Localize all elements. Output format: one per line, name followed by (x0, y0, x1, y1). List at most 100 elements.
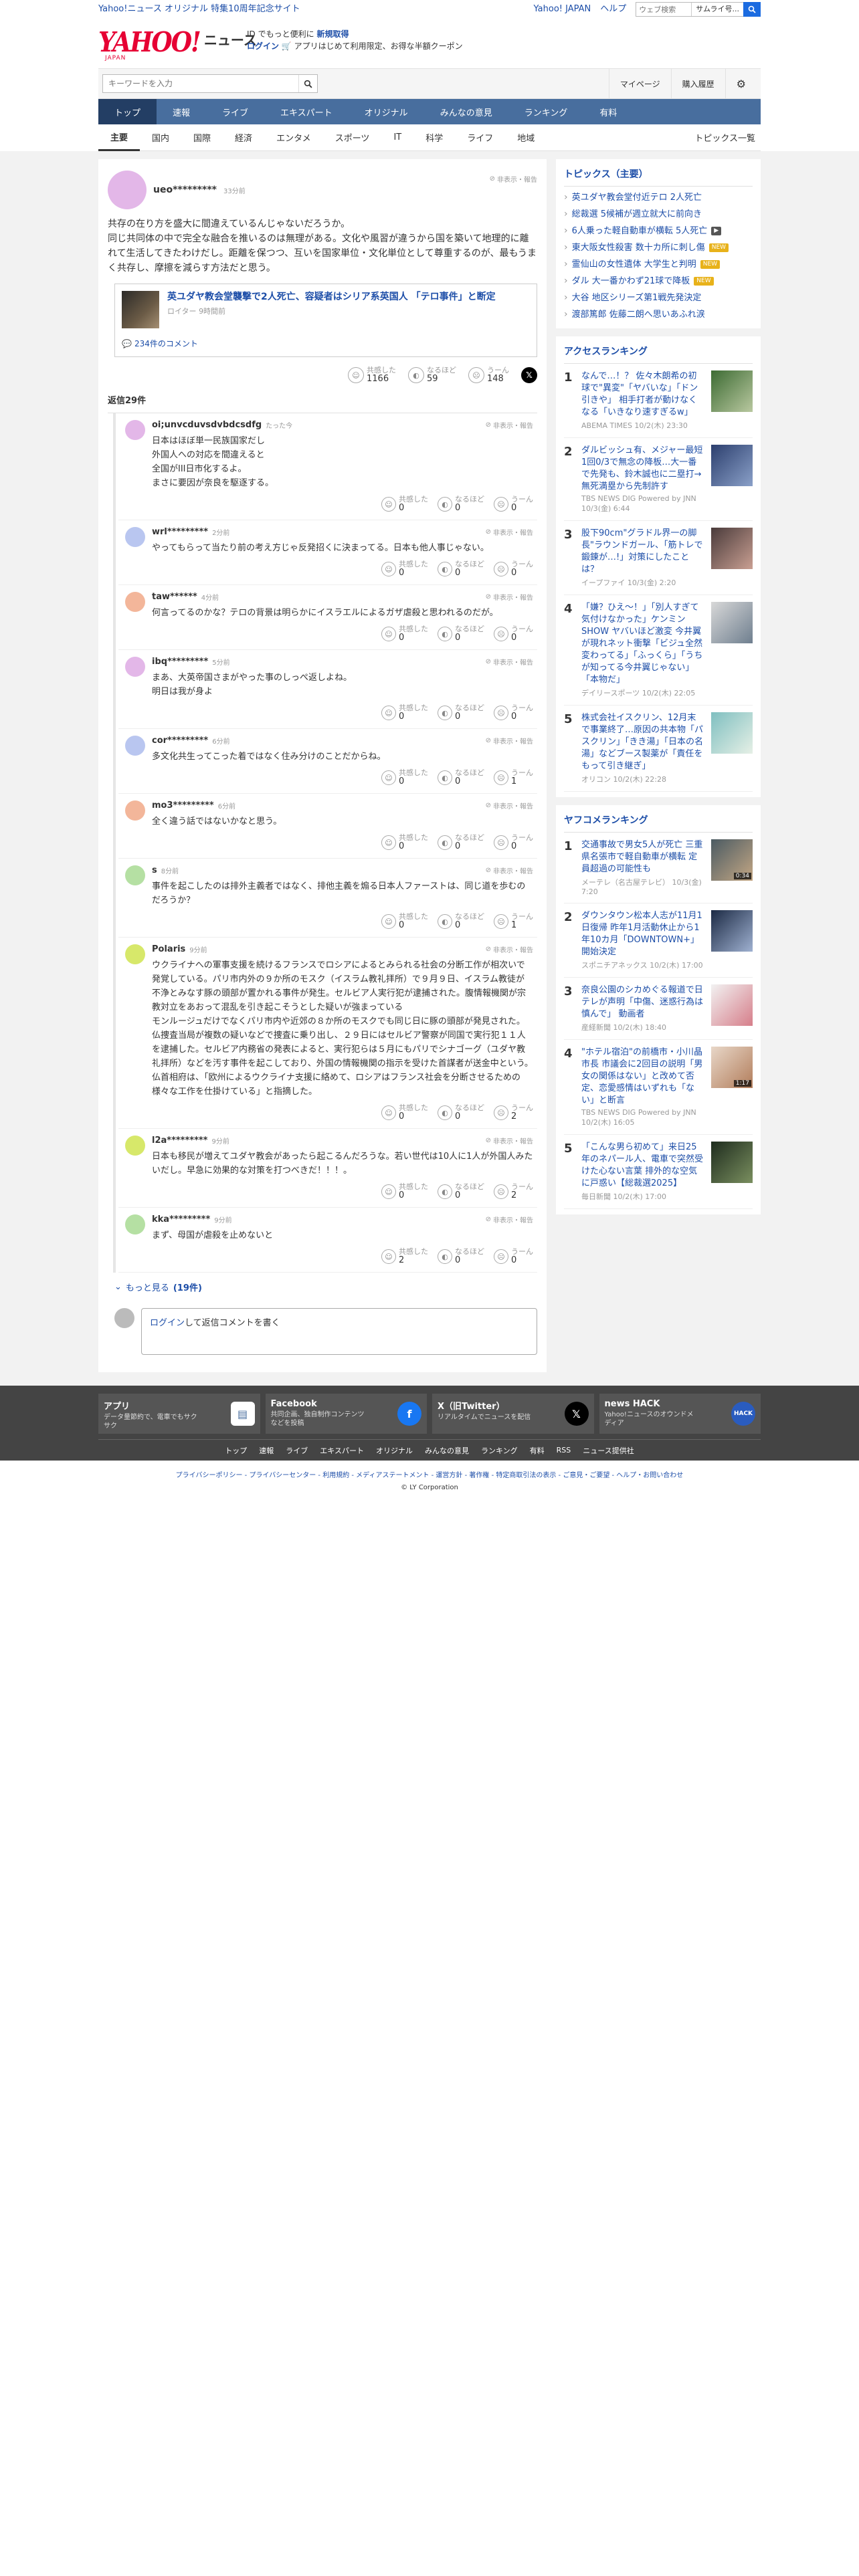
footer-link[interactable]: みんなの意見 (425, 1445, 469, 1456)
ranking-item[interactable]: 2 ダルビッシュ有、メジャー最短1回0/3で無念の降板…大一番で先発も、鈴木誠也… (564, 438, 753, 521)
rank-title[interactable]: "ホテル宿泊"の前橋市・小川晶市長 市議会に2回目の説明「男女の関係はない」と改… (581, 1047, 704, 1107)
reply-user[interactable]: ibq********* (152, 657, 208, 667)
hide-report-button[interactable]: ⊘ 非表示・報告 (486, 800, 533, 811)
uun-button[interactable]: ☹ うーん 1 (494, 769, 533, 786)
footer-newshack-card[interactable]: news HACK Yahoo!ニュースのオウンドメディア HACK (599, 1394, 761, 1434)
hide-report-button[interactable]: ⊘ 非表示・報告 (486, 527, 533, 537)
web-search-button[interactable] (743, 2, 761, 17)
article-card[interactable]: 英ユダヤ教会堂襲撃で2人死亡、容疑者はシリア系英国人 「テロ事件」と断定 ロイタ… (114, 284, 537, 357)
empathy-button[interactable]: ☺ 共感した 0 (381, 913, 428, 930)
cat-science[interactable]: 科学 (413, 124, 455, 151)
cat-life[interactable]: ライフ (455, 124, 505, 151)
topics-all-link[interactable]: トピックス一覧 (682, 124, 761, 151)
hide-report-button[interactable]: ⊘ 非表示・報告 (486, 944, 533, 954)
article-title[interactable]: 英ユダヤ教会堂襲撃で2人死亡、容疑者はシリア系英国人 「テロ事件」と断定 (167, 291, 496, 303)
cat-sports[interactable]: スポーツ (323, 124, 382, 151)
footer-link[interactable]: エキスパート (320, 1445, 364, 1456)
empathy-button[interactable]: ☺ 共感した 0 (381, 769, 428, 786)
ranking-item[interactable]: 1 交通事故で男女5人が死亡 三重県名張市で軽自動車が横転 定員超過の可能性もメ… (564, 833, 753, 903)
hide-report-button[interactable]: ⊘ 非表示・報告 (486, 592, 533, 602)
show-more-button[interactable]: ⌄ もっと見る (19件) (108, 1273, 537, 1301)
reply-user[interactable]: mo3********* (152, 800, 214, 811)
naruhodo-button[interactable]: ◐ なるほど 0 (438, 625, 484, 643)
ranking-item[interactable]: 2 ダウンタウン松本人志が11月1日復帰 昨年1月活動休止から1年10カ月「DO… (564, 903, 753, 978)
yahoo-japan-link[interactable]: Yahoo! JAPAN (534, 0, 591, 19)
empathy-button[interactable]: ☺ 共感した 0 (381, 625, 428, 643)
naruhodo-button[interactable]: ◐ なるほど 0 (438, 913, 484, 930)
nav-breaking[interactable]: 速報 (157, 99, 206, 124)
reply-login-link[interactable]: ログイン (150, 1318, 185, 1328)
register-link[interactable]: 新規取得 (316, 29, 349, 39)
topic-item[interactable]: 6人乗った軽自動車が横転 5人死亡▶ (564, 223, 753, 239)
naruhodo-button[interactable]: ◐ なるほど 0 (438, 834, 484, 851)
footer-link[interactable]: RSS (557, 1446, 571, 1455)
naruhodo-button[interactable]: ◐ なるほど 0 (438, 496, 484, 513)
naruhodo-button[interactable]: ◐ なるほど 0 (438, 704, 484, 722)
uun-button[interactable]: ☹ うーん 1 (494, 913, 533, 930)
reply-textarea[interactable]: ログインして返信コメントを書く (141, 1308, 537, 1355)
hide-report-button[interactable]: ⊘ 非表示・報告 (486, 1214, 533, 1224)
uun-button[interactable]: ☹ うーん 0 (494, 834, 533, 851)
ranking-item[interactable]: 3 股下90cm"グラドル界一の脚長"ラウンドガール、「筋トレで鍛錬が…!」対策… (564, 521, 753, 595)
footer-x-card[interactable]: X（旧Twitter） リアルタイムでニュースを配信 𝕏 (432, 1394, 594, 1434)
reply-user[interactable]: taw****** (152, 592, 197, 602)
uun-button[interactable]: ☹ うーん 0 (494, 560, 533, 578)
empathy-button[interactable]: ☺ 共感した 2 (381, 1248, 428, 1265)
empathy-button[interactable]: ☺ 共感した 0 (381, 1104, 428, 1121)
reply-user[interactable]: l2a********* (152, 1136, 207, 1146)
hide-report-button[interactable]: ⊘ 非表示・報告 (486, 1136, 533, 1146)
cat-main[interactable]: 主要 (98, 124, 140, 151)
nav-expert[interactable]: エキスパート (264, 99, 349, 124)
footer-link[interactable]: 速報 (259, 1445, 274, 1456)
rank-title[interactable]: ダウンタウン松本人志が11月1日復帰 昨年1月活動休止から1年10カ月「DOWN… (581, 910, 704, 958)
comment-user[interactable]: ueo********* (153, 185, 217, 195)
rank-title[interactable]: 「こんな男ら初めて」来日25年のネパール人、電車で突然受けた心ない言葉 排外的な… (581, 1142, 704, 1190)
login-link[interactable]: ログイン (247, 41, 279, 51)
footer-facebook-card[interactable]: Facebook 共同企画、独自制作コンテンツなどを投稿 f (265, 1394, 427, 1434)
topic-item[interactable]: ダル 大一番かわず21球で降板 NEW (564, 273, 753, 290)
naruhodo-button[interactable]: ◐ なるほど 0 (438, 1104, 484, 1121)
naruhodo-button[interactable]: ◐ なるほど 0 (438, 1183, 484, 1200)
nav-ranking[interactable]: ランキング (508, 99, 584, 124)
rank-title[interactable]: 「嫌？ひえ～！」「別人すぎて気付けなかった」ケンミンSHOW ヤバいほど激変 今… (581, 602, 704, 686)
uun-button[interactable]: ☹ うーん 2 (494, 1183, 533, 1200)
hide-report-button[interactable]: ⊘ 非表示・報告 (486, 736, 533, 746)
comment-count-link[interactable]: 💬 234件のコメント (122, 338, 530, 349)
ranking-item[interactable]: 5 株式会社イスクリン、12月末で事業終了…原因の共本物「パスクリン」「きき湯」… (564, 706, 753, 792)
rank-title[interactable]: なんで…！？ 佐々木朗希の初球で"異変"「ヤバいな」「ドン引きや」 相手打者が動… (581, 370, 704, 419)
legal-links[interactable]: プライバシーポリシー - プライバシーセンター - 利用規約 - メディアステー… (0, 1470, 859, 1482)
ranking-item[interactable]: 5 「こんな男ら初めて」来日25年のネパール人、電車で突然受けた心ない言葉 排外… (564, 1135, 753, 1209)
settings-button[interactable]: ⚙ (725, 69, 757, 98)
naruhodo-button[interactable]: ◐ なるほど 0 (438, 1248, 484, 1265)
rank-title[interactable]: 交通事故で男女5人が死亡 三重県名張市で軽自動車が横転 定員超過の可能性も (581, 839, 704, 875)
x-share-icon[interactable]: 𝕏 (521, 367, 537, 383)
reply-user[interactable]: s (152, 865, 157, 875)
topic-item[interactable]: 総裁選 5候補が週立就大に前向き (564, 206, 753, 223)
cat-it[interactable]: IT (381, 124, 413, 151)
empathy-button[interactable]: ☺ 共感した 0 (381, 496, 428, 513)
rank-title[interactable]: 股下90cm"グラドル界一の脚長"ラウンドガール、「筋トレで鍛錬が…!」対策にし… (581, 528, 704, 576)
cat-domestic[interactable]: 国内 (140, 124, 181, 151)
nav-live[interactable]: ライブ (206, 99, 264, 124)
uun-button[interactable]: ☹ うーん 0 (494, 496, 533, 513)
mypage-link[interactable]: マイページ (608, 69, 671, 98)
footer-app-card[interactable]: アプリ データ量節約で、電車でもサクサク ▤ (98, 1394, 260, 1434)
reply-user[interactable]: kka********* (152, 1214, 210, 1224)
purchase-history-link[interactable]: 購入履歴 (670, 69, 725, 98)
yahoo-news-logo[interactable]: YAHOO! JAPAN ニュース (98, 28, 257, 62)
topic-item[interactable]: 英ユダヤ教会堂付近テロ 2人死亡 (564, 189, 753, 206)
footer-link[interactable]: ニュース提供社 (583, 1445, 634, 1456)
naruhodo-button[interactable]: ◐ なるほど 0 (438, 769, 484, 786)
topic-item[interactable]: 渡部篤郎 佐藤二朗へ思いあふれ涙 (564, 306, 753, 323)
hide-report-button[interactable]: ⊘ 非表示・報告 (486, 657, 533, 667)
naruhodo-button[interactable]: ◐ なるほど 59 (408, 366, 456, 384)
uun-button[interactable]: ☹ うーん 0 (494, 704, 533, 722)
nav-paid[interactable]: 有料 (583, 99, 633, 124)
uun-button[interactable]: ☹ うーん 0 (494, 1248, 533, 1265)
hide-report-button[interactable]: ⊘ 非表示・報告 (486, 865, 533, 875)
cat-economy[interactable]: 経済 (223, 124, 264, 151)
topic-item[interactable]: 霊仙山の女性遺体 大学生と判明 NEW (564, 256, 753, 273)
coupon-text[interactable]: アプリはじめて利用限定、お得な半額クーポン (294, 41, 463, 51)
empathy-button[interactable]: ☺ 共感した 0 (381, 1183, 428, 1200)
cat-local[interactable]: 地域 (505, 124, 547, 151)
